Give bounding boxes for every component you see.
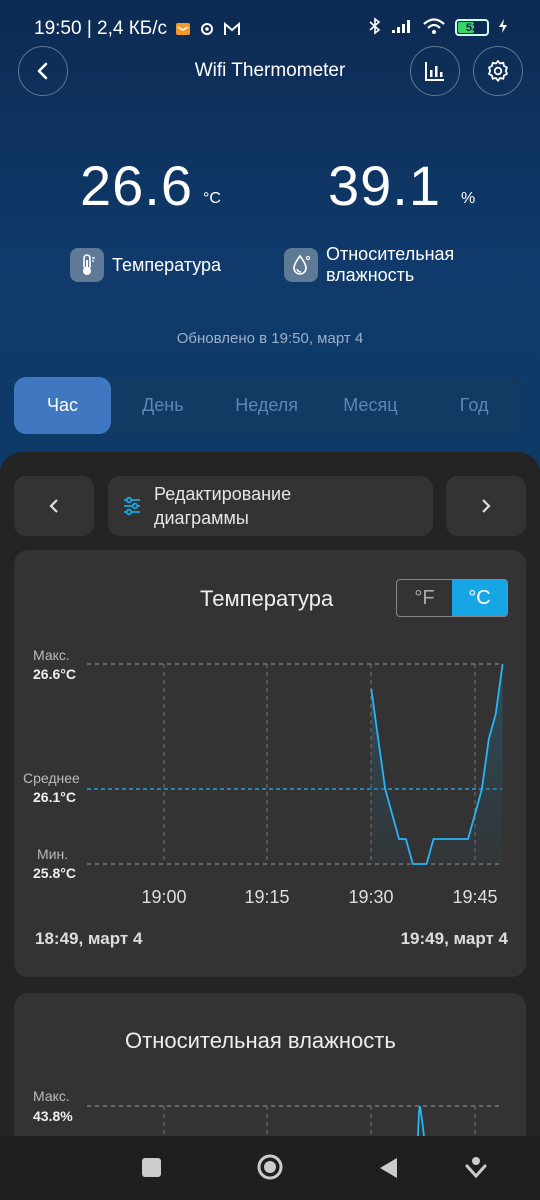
home-dot-icon xyxy=(264,1161,276,1173)
humidity-chart-title: Относительная влажность xyxy=(125,1028,396,1053)
x-tick-1930: 19:30 xyxy=(348,887,393,907)
temperature-chart: Макс. 26.6°C Среднее 26.1°C Мин. 25.8°C … xyxy=(23,647,504,1136)
recent-apps-button[interactable] xyxy=(142,1158,161,1177)
max-value: 26.6°C xyxy=(33,666,76,682)
humidity-chart-card xyxy=(14,993,526,1153)
range-end: 19:49, март 4 xyxy=(400,929,508,948)
assistant-button[interactable] xyxy=(465,1157,487,1179)
min-label: Мин. xyxy=(37,846,68,862)
x-tick-1900: 19:00 xyxy=(141,887,186,907)
range-start: 18:49, март 4 xyxy=(35,929,143,948)
x-tick-1915: 19:15 xyxy=(244,887,289,907)
temperature-area xyxy=(371,664,503,864)
back-nav-button[interactable] xyxy=(380,1158,397,1178)
avg-label: Среднее xyxy=(23,770,80,786)
max-label: Макс. xyxy=(33,647,70,663)
min-value: 25.8°C xyxy=(33,865,76,881)
avg-value: 26.1°C xyxy=(33,789,76,805)
system-navigation-bar xyxy=(0,1136,540,1200)
x-tick-1945: 19:45 xyxy=(452,887,497,907)
